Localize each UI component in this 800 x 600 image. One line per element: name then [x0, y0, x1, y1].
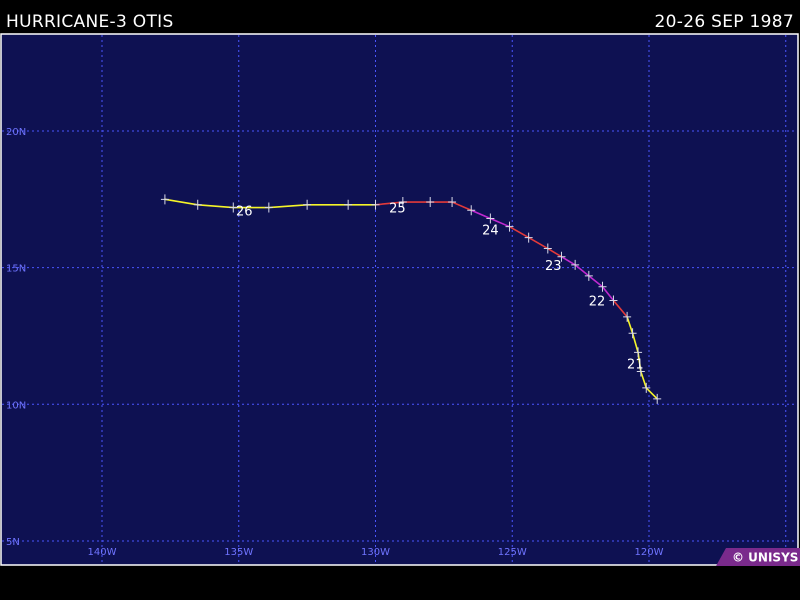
day-label: 22	[589, 294, 606, 309]
lon-label: 125W	[498, 547, 527, 558]
day-label: 21	[627, 357, 644, 372]
day-label: 23	[545, 259, 562, 274]
day-label: 25	[389, 202, 406, 217]
lon-label: 140W	[88, 547, 117, 558]
lat-label: 20N	[6, 127, 26, 138]
date-range: 20-26 SEP 1987	[654, 12, 794, 32]
storm-title: HURRICANE-3 OTIS	[6, 12, 174, 32]
day-label: 24	[482, 223, 499, 238]
lat-label: 5N	[6, 537, 20, 548]
ocean-background	[0, 33, 799, 566]
unisys-logo: © UNISYS	[716, 548, 800, 566]
track-map: 20N 15N 10N 5N 140W 135W 130W 125W 120W 21 22 23 2…	[0, 33, 799, 566]
day-label: 26	[236, 204, 253, 219]
lon-label: 120W	[635, 547, 664, 558]
lat-label: 10N	[6, 400, 26, 411]
logo-text: © UNISYS	[732, 551, 798, 565]
lat-label: 15N	[6, 264, 26, 275]
lon-label: 135W	[224, 547, 253, 558]
lon-label: 130W	[361, 547, 390, 558]
